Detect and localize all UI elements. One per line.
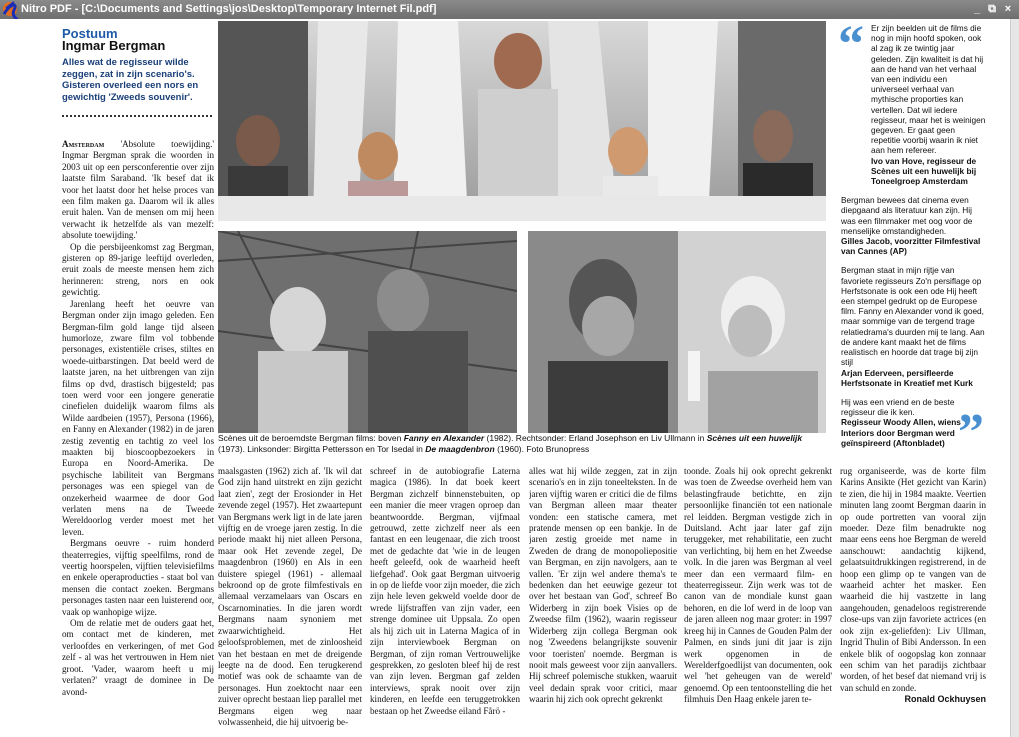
paragraph: Jarenlang heeft het oeuvre van Bergman o…	[62, 298, 214, 537]
article-column-5: toonde. Zoals hij ook oprecht gekrenkt w…	[684, 466, 832, 736]
caption-title: Scènes uit een huwelijk	[706, 433, 803, 443]
article-headline: Ingmar Bergman	[62, 38, 166, 53]
quote-text: Er zijn beelden uit de films die nog in …	[871, 23, 986, 156]
window-title: Nitro PDF - [C:\Documents and Settings\j…	[21, 3, 437, 15]
minimize-button[interactable]: _	[970, 2, 984, 16]
quote-2: Bergman bewees dat cinema even diepgaand…	[841, 195, 986, 256]
caption-text: (1960). Foto Brunopress	[494, 444, 590, 454]
quote-text: Hij was een vriend en de beste regisseur…	[841, 396, 955, 418]
paragraph: schreef in de autobiografie Laterna magi…	[370, 466, 520, 716]
paragraph: rug organiseerde, was de korte film Kari…	[840, 466, 986, 693]
quote-3: Bergman staat in mijn rijtje van favorie…	[841, 265, 986, 387]
paragraph: maalsgasten (1962) zich af. 'Ik wil dat …	[218, 466, 362, 727]
close-button[interactable]: ×	[1001, 2, 1015, 16]
caption-text: (1982). Rechtsonder: Erland Josephson en…	[484, 433, 707, 443]
quote-1: Er zijn beelden uit de films die nog in …	[841, 23, 986, 186]
caption-text: Scènes uit de beroemdste Bergman films: …	[218, 433, 404, 443]
title-bar: Nitro PDF - [C:\Documents and Settings\j…	[0, 0, 1019, 19]
photo-scenes-uit-een-huwelijk	[528, 231, 826, 433]
article-column-3: schreef in de autobiografie Laterna magi…	[370, 466, 520, 736]
quote-text: Bergman staat in mijn rijtje van favorie…	[841, 265, 985, 368]
quote-close-icon: ”	[958, 404, 984, 461]
quote-author: Arjan Ederveen, persifleerde Herfstsonat…	[841, 367, 973, 388]
paragraph: 'Absolute toewijding.' Ingmar Bergman sp…	[62, 139, 214, 241]
pdf-page: Postuum Ingmar Bergman Alles wat de regi…	[0, 19, 1019, 737]
quote-author: Gilles Jacob, voorzitter Filmfestival va…	[841, 236, 981, 257]
quote-text: Bergman bewees dat cinema even diepgaand…	[841, 195, 973, 236]
restore-button[interactable]: ⧉	[985, 2, 999, 16]
vertical-scrollbar[interactable]	[1010, 19, 1019, 737]
article-column-6: rug organiseerde, was de korte film Kari…	[840, 466, 986, 736]
photo-fanny-and-alexander	[218, 21, 826, 221]
nitro-app-icon[interactable]	[3, 2, 17, 16]
caption-title: Fanny en Alexander	[403, 433, 485, 443]
article-intro: Alles wat de regisseur wilde zeggen, zat…	[62, 57, 199, 103]
dateline: Amsterdam	[62, 139, 105, 149]
paragraph: Om de relatie met de ouders gaat het, om…	[62, 618, 214, 697]
paragraph: Op die persbijeenkomst zag Bergman, gist…	[62, 241, 214, 298]
photo-caption: Scènes uit de beroemdste Bergman films: …	[218, 433, 828, 455]
article-column-1: Amsterdam 'Absolute toewijding.' Ingmar …	[62, 139, 214, 735]
byline: Ronald Ockhuysen	[904, 694, 986, 705]
article-column-2: maalsgasten (1962) zich af. 'Ik wil dat …	[218, 466, 362, 736]
caption-text: (1973). Linksonder: Birgitta Pettersson …	[218, 444, 426, 454]
quote-author: Ivo van Hove, regisseur de Scènes uit ee…	[871, 155, 977, 187]
article-column-4: alles wat hij wilde zeggen, zat in zijn …	[529, 466, 677, 736]
quotes-sidebar: Er zijn beelden uit de films die nog in …	[841, 23, 986, 457]
paragraph: toonde. Zoals hij ook oprecht gekrenkt w…	[684, 466, 832, 705]
paragraph: Bergmans oeuvre - ruim honderd theaterre…	[62, 538, 214, 617]
paragraph: alles wat hij wilde zeggen, zat in zijn …	[529, 466, 677, 705]
divider	[62, 115, 212, 117]
caption-title: De maagdenbron	[425, 444, 495, 454]
quote-author: Regisseur Woody Allen, wiens Interiors d…	[841, 417, 961, 448]
photo-de-maagdenbron	[218, 231, 517, 433]
